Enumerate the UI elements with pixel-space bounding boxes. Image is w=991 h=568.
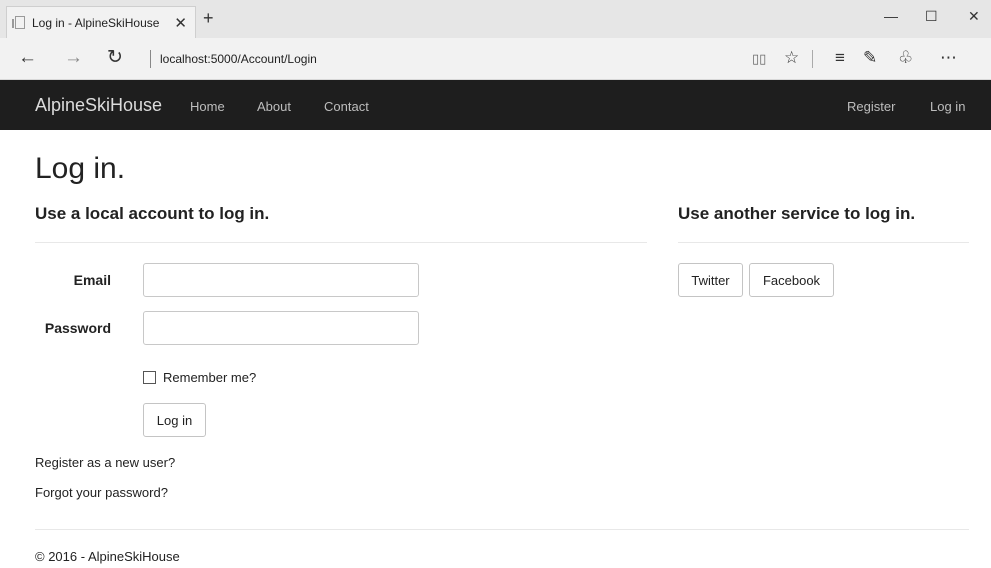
forward-icon[interactable]: → — [64, 47, 83, 69]
browser-tab-strip: Log in - AlpineSkiHouse ✕ + — ☐ ✕ — [0, 0, 991, 38]
login-button[interactable]: Log in — [143, 403, 206, 437]
footer-copyright: © 2016 - AlpineSkiHouse — [35, 549, 180, 564]
new-tab-icon[interactable]: + — [203, 8, 214, 29]
password-field[interactable] — [143, 311, 419, 345]
back-icon[interactable]: ← — [18, 47, 37, 69]
tab-close-icon[interactable]: ✕ — [174, 14, 187, 32]
external-service-heading: Use another service to log in. — [678, 204, 916, 223]
share-icon[interactable]: ♧ — [898, 48, 913, 68]
forgot-password-link[interactable]: Forgot your password? — [35, 485, 168, 500]
register-new-user-link[interactable]: Register as a new user? — [35, 455, 175, 470]
twitter-login-button[interactable]: Twitter — [678, 263, 743, 297]
nav-about-link[interactable]: About — [257, 99, 291, 114]
url-separator — [150, 50, 151, 68]
nav-home-link[interactable]: Home — [190, 99, 225, 114]
local-account-heading: Use a local account to log in. — [35, 204, 270, 223]
remember-me-checkbox[interactable] — [143, 371, 156, 384]
external-heading-divider — [678, 242, 969, 243]
favorite-star-icon[interactable]: ☆ — [784, 48, 799, 68]
nav-contact-link[interactable]: Contact — [324, 99, 369, 114]
nav-login-link[interactable]: Log in — [930, 99, 965, 114]
page-favicon-icon — [12, 16, 25, 29]
email-label: Email — [73, 272, 111, 288]
local-heading-divider — [35, 242, 647, 243]
password-label: Password — [44, 320, 111, 336]
tab-title: Log in - AlpineSkiHouse — [32, 15, 160, 30]
browser-tab[interactable]: Log in - AlpineSkiHouse ✕ — [6, 6, 196, 38]
toolbar-separator — [812, 50, 813, 68]
site-navbar: AlpineSkiHouse Home About Contact Regist… — [0, 80, 991, 130]
refresh-icon[interactable]: ↻ — [107, 47, 123, 69]
address-bar: ← → ↻ localhost:5000/Account/Login ▯▯ ☆ … — [0, 38, 991, 80]
facebook-login-button[interactable]: Facebook — [749, 263, 834, 297]
footer-divider — [35, 529, 969, 530]
remember-me-label[interactable]: Remember me? — [163, 370, 256, 385]
maximize-icon[interactable]: ☐ — [925, 8, 938, 25]
window-close-icon[interactable]: ✕ — [968, 8, 980, 25]
brand-link[interactable]: AlpineSkiHouse — [35, 95, 162, 116]
minimize-icon[interactable]: — — [884, 8, 898, 24]
nav-register-link[interactable]: Register — [847, 99, 895, 114]
hub-icon[interactable]: ≡ — [835, 48, 845, 68]
web-note-icon[interactable]: ✎ — [863, 48, 877, 68]
page-title: Log in. — [35, 152, 126, 185]
more-icon[interactable]: ⋯ — [940, 48, 957, 68]
reading-view-icon[interactable]: ▯▯ — [752, 51, 766, 67]
email-field[interactable] — [143, 263, 419, 297]
url-field[interactable]: localhost:5000/Account/Login — [160, 52, 317, 66]
